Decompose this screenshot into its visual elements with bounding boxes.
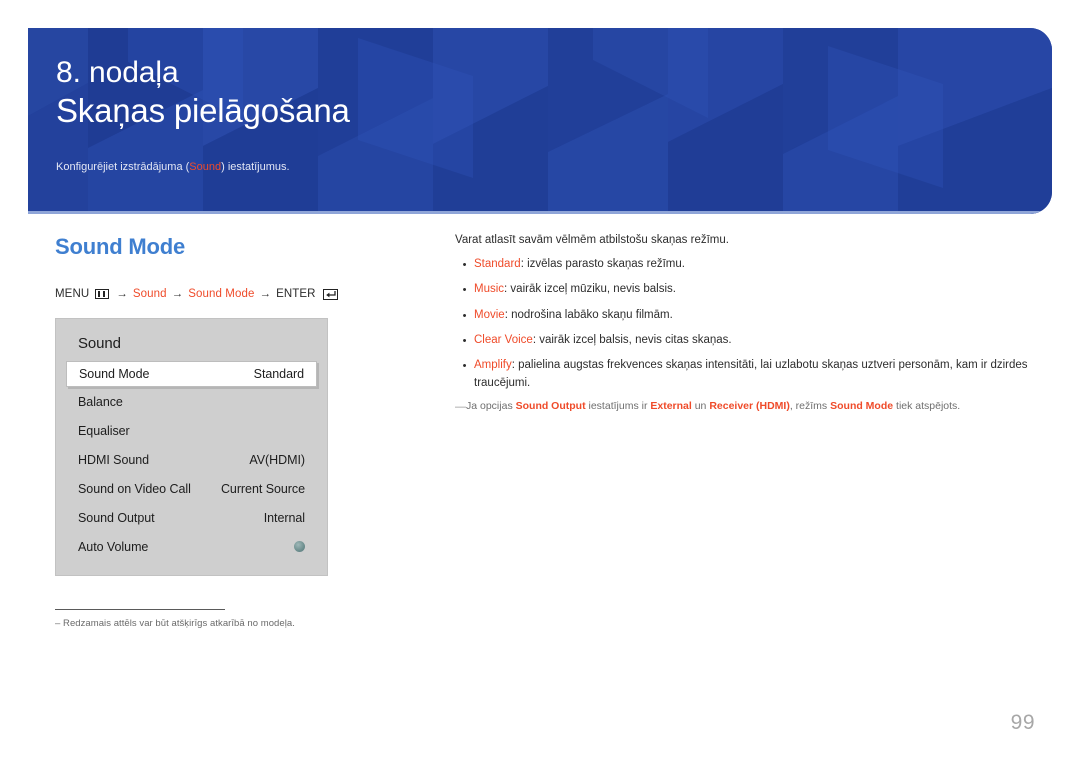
subtitle-text-before: Konfigurējiet izstrādājuma ( bbox=[56, 161, 190, 174]
right-column: Varat atlasīt savām vēlmēm atbilstošu sk… bbox=[455, 232, 1035, 416]
osd-row-equaliser[interactable]: Equaliser bbox=[56, 416, 327, 445]
footnote-part-1: Ja opcijas bbox=[466, 400, 516, 413]
footnote-part-2: iestatījums ir bbox=[585, 400, 651, 413]
bullet-text: Clear Voice: vairāk izceļ balsis, nevis … bbox=[474, 332, 1035, 350]
bullet-marker-icon: • bbox=[462, 259, 467, 272]
option-desc-standard: : izvēlas parasto skaņas režīmu. bbox=[520, 258, 685, 271]
osd-label-balance: Balance bbox=[78, 394, 123, 409]
osd-note-dash: ‒ bbox=[55, 618, 61, 630]
chapter-title: Skaņas pielāgošana bbox=[56, 92, 350, 130]
page-number: 99 bbox=[1010, 711, 1035, 734]
option-term-amplify: Amplify bbox=[474, 358, 512, 371]
osd-value-sound-mode: Standard bbox=[253, 367, 304, 382]
osd-label-sound-on-video-call: Sound on Video Call bbox=[78, 481, 191, 496]
osd-value-sound-on-video-call: Current Source bbox=[220, 481, 305, 496]
enter-label: ENTER bbox=[276, 288, 316, 301]
bullet-marker-icon: • bbox=[462, 284, 467, 297]
osd-row-sound-on-video-call[interactable]: Sound on Video Call Current Source bbox=[56, 474, 327, 503]
list-item: • Clear Voice: vairāk izceļ balsis, nevi… bbox=[455, 332, 1035, 350]
osd-row-sound-mode[interactable]: Sound Mode Standard bbox=[66, 361, 317, 388]
menu-label: MENU bbox=[55, 288, 90, 301]
footnote-term-external: External bbox=[650, 400, 692, 413]
left-column: Sound Mode MENU → Sound → Sound Mode → E… bbox=[55, 234, 435, 629]
chapter-number: 8. nodaļa bbox=[56, 56, 179, 89]
path-arrow-3: → bbox=[259, 288, 272, 301]
bullet-text: Music: vairāk izceļ mūziku, nevis balsis… bbox=[474, 281, 1035, 299]
menu-path-breadcrumb: MENU → Sound → Sound Mode → ENTER bbox=[55, 288, 435, 300]
bullet-marker-icon: • bbox=[462, 309, 467, 322]
footnote-text: Ja opcijas Sound Output iestatījums ir E… bbox=[466, 399, 960, 416]
menu-grid-icon bbox=[95, 289, 110, 300]
footnote-term-receiver-hdmi: Receiver (HDMI) bbox=[709, 400, 790, 413]
description-intro: Varat atlasīt savām vēlmēm atbilstošu sk… bbox=[455, 234, 729, 246]
banner-underline bbox=[28, 211, 1052, 214]
subtitle-highlight: Sound bbox=[189, 161, 222, 174]
option-desc-clear-voice: : vairāk izceļ balsis, nevis citas skaņa… bbox=[532, 333, 732, 346]
sound-mode-option-list: • Standard: izvēlas parasto skaņas režīm… bbox=[455, 256, 1035, 392]
bullet-text: Amplify: palielina augstas frekvences sk… bbox=[474, 357, 1035, 393]
option-term-clear-voice: Clear Voice bbox=[474, 333, 533, 346]
footnote-part-4: , režīms bbox=[789, 400, 831, 413]
bullet-text: Movie: nodrošina labāko skaņu filmām. bbox=[474, 307, 1035, 325]
osd-row-auto-volume[interactable]: Auto Volume bbox=[56, 532, 327, 561]
option-desc-music: : vairāk izceļ mūziku, nevis balsis. bbox=[504, 283, 676, 296]
footnote-dash-icon: ― bbox=[455, 401, 466, 414]
chapter-banner: 8. nodaļa Skaņas pielāgošana Konfigurēji… bbox=[28, 28, 1052, 214]
osd-row-sound-output[interactable]: Sound Output Internal bbox=[56, 503, 327, 532]
enter-return-icon bbox=[322, 288, 338, 300]
bullet-marker-icon: • bbox=[462, 359, 467, 372]
bullet-marker-icon: • bbox=[462, 334, 467, 347]
option-desc-movie: : nodrošina labāko skaņu filmām. bbox=[504, 308, 673, 321]
option-term-music: Music bbox=[474, 283, 505, 296]
tv-sound-menu-panel: Sound Sound Mode Standard Balance Equali… bbox=[55, 318, 328, 577]
footnote-part-5: tiek atspējots. bbox=[893, 400, 961, 413]
path-arrow-2: → bbox=[171, 288, 184, 301]
list-item: • Music: vairāk izceļ mūziku, nevis bals… bbox=[455, 281, 1035, 299]
osd-note-text: Redzamais attēls var būt atšķirīgs atkar… bbox=[63, 618, 295, 630]
osd-note-divider bbox=[55, 609, 225, 611]
page-content: Sound Mode MENU → Sound → Sound Mode → E… bbox=[0, 214, 1080, 763]
sound-output-footnote: ― Ja opcijas Sound Output iestatījums ir… bbox=[455, 399, 1035, 416]
list-item: • Standard: izvēlas parasto skaņas režīm… bbox=[455, 256, 1035, 274]
list-item: • Movie: nodrošina labāko skaņu filmām. bbox=[455, 307, 1035, 325]
auto-volume-toggle-indicator-icon[interactable] bbox=[294, 541, 305, 553]
osd-label-auto-volume: Auto Volume bbox=[78, 539, 149, 554]
menu-path-step-sound: Sound bbox=[132, 288, 167, 301]
option-desc-amplify: : palielina augstas frekvences skaņas in… bbox=[474, 358, 1028, 389]
menu-path-step-sound-mode: Sound Mode bbox=[188, 288, 255, 301]
page-title: Sound Mode bbox=[55, 234, 185, 259]
osd-value-hdmi-sound: AV(HDMI) bbox=[249, 452, 305, 467]
option-term-movie: Movie bbox=[474, 308, 505, 321]
footnote-term-sound-output: Sound Output bbox=[515, 400, 586, 413]
osd-row-hdmi-sound[interactable]: HDMI Sound AV(HDMI) bbox=[56, 445, 327, 474]
option-term-standard: Standard bbox=[474, 258, 521, 271]
osd-label-sound-mode: Sound Mode bbox=[79, 367, 150, 382]
osd-label-hdmi-sound: HDMI Sound bbox=[78, 452, 150, 467]
osd-label-equaliser: Equaliser bbox=[78, 423, 130, 438]
path-arrow-1: → bbox=[116, 288, 128, 301]
osd-label-sound-output: Sound Output bbox=[78, 510, 155, 525]
subtitle-text-after: ) iestatījumus. bbox=[221, 161, 290, 174]
osd-row-balance[interactable]: Balance bbox=[56, 387, 327, 416]
osd-panel-title: Sound bbox=[78, 335, 121, 353]
chapter-subtitle: Konfigurējiet izstrādājuma (Sound) iesta… bbox=[56, 160, 1052, 175]
osd-value-sound-output: Internal bbox=[263, 510, 305, 525]
footnote-term-sound-mode: Sound Mode bbox=[830, 400, 894, 413]
list-item: • Amplify: palielina augstas frekvences … bbox=[455, 357, 1035, 393]
osd-image-disclaimer: ‒ Redzamais attēls var būt atšķirīgs atk… bbox=[55, 618, 435, 629]
bullet-text: Standard: izvēlas parasto skaņas režīmu. bbox=[474, 256, 1035, 274]
footnote-part-3: un bbox=[691, 400, 710, 413]
